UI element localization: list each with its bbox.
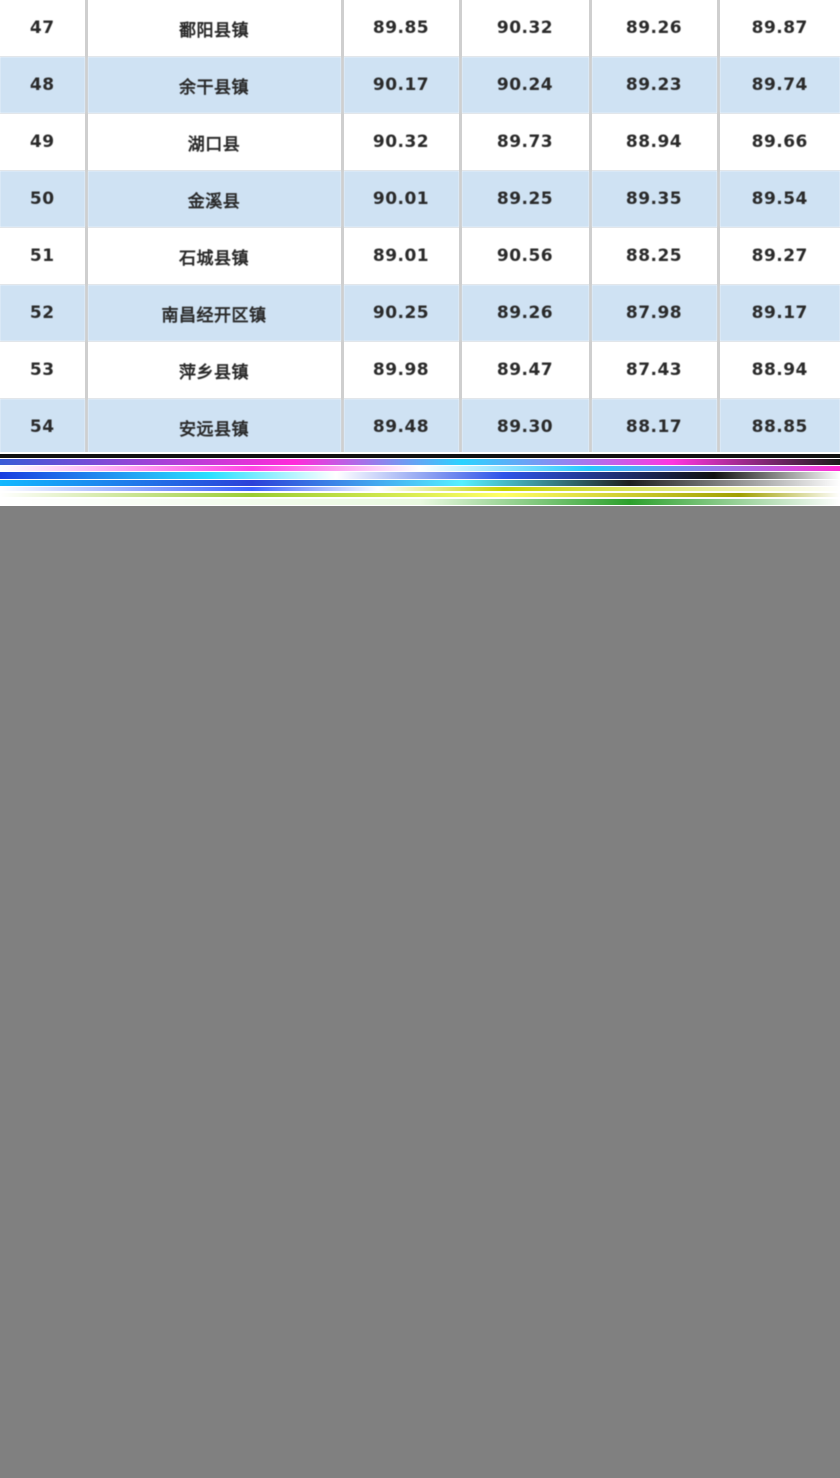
value-cell: 88.85 [718,398,840,452]
rank-cell: 54 [0,398,88,452]
value-cell: 88.94 [590,113,720,171]
name-cell: 石城县镇 [86,227,344,285]
value-cell: 89.98 [342,341,462,399]
ranking-table: 47 鄱阳县镇 89.85 90.32 89.26 89.87 48 余干县镇 … [0,0,840,452]
value-cell: 87.98 [590,284,720,342]
value-cell: 89.47 [460,341,592,399]
rank-cell: 50 [0,170,88,228]
value-cell: 90.24 [460,56,592,114]
value-cell: 89.25 [460,170,592,228]
data-table-region: 47 鄱阳县镇 89.85 90.32 89.26 89.87 48 余干县镇 … [0,0,840,452]
name-cell: 湖口县 [86,113,344,171]
value-cell: 89.27 [751,246,808,266]
rank-cell: 51 [0,227,88,285]
value-cell: 90.17 [342,56,462,114]
table-row: 54 安远县镇 89.48 89.30 88.17 88.85 [0,398,840,452]
value-cell: 89.23 [590,56,720,114]
value-cell: 90.32 [342,113,462,171]
glitch-line [0,493,840,497]
table-row: 48 余干县镇 90.17 90.24 89.23 89.74 [0,56,840,114]
glitch-line [0,454,840,458]
value-cell: 89.74 [718,56,840,114]
glitch-line [0,506,840,512]
glitch-line [0,499,840,505]
value-cell: 89.48 [342,398,462,452]
value-cell: 89.73 [460,113,592,171]
value-cell: 88.94 [751,360,808,380]
table-row: 49 湖口县 90.32 89.73 88.94 89.66 [0,113,840,171]
value-cell: 89.30 [460,398,592,452]
table-row: 53 萍乡县镇 89.98 89.47 87.43 88.94 [0,341,840,399]
glitch-line [0,480,840,486]
value-cell: 89.26 [460,284,592,342]
value-cell: 89.66 [751,132,808,152]
glitch-line [0,487,840,491]
table-row: 47 鄱阳县镇 89.85 90.32 89.26 89.87 [0,0,840,57]
glitch-line [0,472,840,479]
value-cell: 90.32 [460,0,592,57]
value-cell: 89.87 [751,18,808,38]
corrupted-image-band [0,452,840,512]
rank-cell: 47 [0,0,88,57]
glitch-line [0,466,840,471]
rank-cell: 48 [0,56,88,114]
name-cell: 金溪县 [86,170,344,228]
value-cell: 89.26 [590,0,720,57]
table-row: 51 石城县镇 89.01 90.56 88.25 89.27 [0,227,840,285]
name-cell: 南昌经开区镇 [86,284,344,342]
glitch-line [0,459,840,465]
value-cell: 87.43 [590,341,720,399]
value-cell: 89.54 [718,170,840,228]
rank-cell: 53 [0,341,88,399]
rank-cell: 49 [0,113,88,171]
value-cell: 90.56 [460,227,592,285]
name-cell: 安远县镇 [86,398,344,452]
name-cell: 余干县镇 [86,56,344,114]
table-row: 52 南昌经开区镇 90.25 89.26 87.98 89.17 [0,284,840,342]
value-cell: 88.17 [590,398,720,452]
value-cell: 90.25 [342,284,462,342]
rank-cell: 52 [0,284,88,342]
name-cell: 萍乡县镇 [86,341,344,399]
value-cell: 90.01 [342,170,462,228]
table-row: 50 金溪县 90.01 89.25 89.35 89.54 [0,170,840,228]
value-cell: 89.17 [718,284,840,342]
value-cell: 89.01 [342,227,462,285]
value-cell: 89.35 [590,170,720,228]
value-cell: 88.25 [590,227,720,285]
name-cell: 鄱阳县镇 [86,0,344,57]
value-cell: 89.85 [342,0,462,57]
